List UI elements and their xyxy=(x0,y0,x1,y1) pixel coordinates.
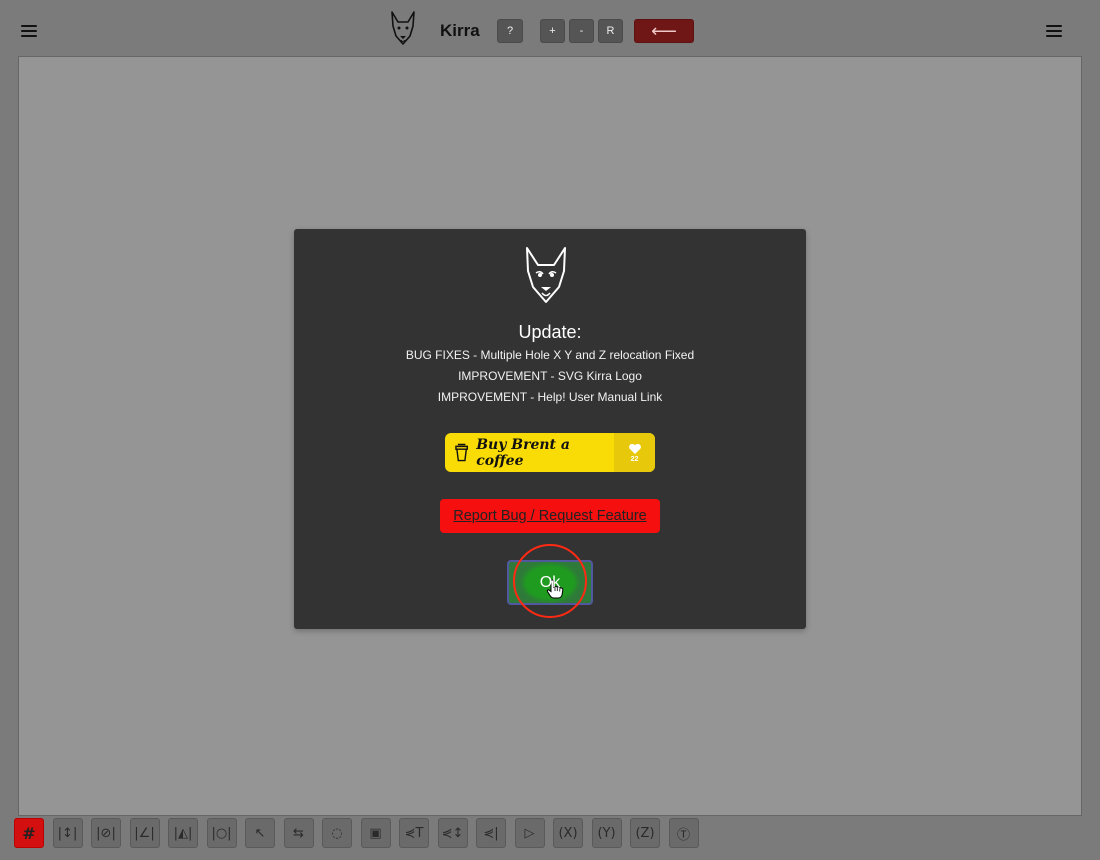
bottom-toolbar: # |↕| |⊘| |∠| |◭| |○| ↖ ⇆ ◌ ▣ ⋞T ⋞↕ ⋞| ▷… xyxy=(14,818,699,848)
tool-button-7[interactable]: ↖ xyxy=(245,818,275,848)
tool-button-14[interactable]: ▷ xyxy=(514,818,545,848)
tool-button-17[interactable]: (Z) xyxy=(630,818,660,848)
kirra-dog-logo-icon xyxy=(391,11,415,45)
report-bug-button[interactable]: Report Bug / Request Feature xyxy=(440,499,660,533)
grid-tool-button[interactable]: # xyxy=(14,818,44,848)
dialog-title: Update: xyxy=(518,322,582,342)
zoom-in-button[interactable]: + xyxy=(540,19,565,43)
reset-view-button[interactable]: R xyxy=(598,19,623,43)
tool-button-16[interactable]: (Y) xyxy=(591,818,622,848)
back-button[interactable]: ⟵ xyxy=(634,19,694,43)
tool-button-5[interactable]: |◭| xyxy=(168,818,198,848)
update-note: BUG FIXES - Multiple Hole X Y and Z relo… xyxy=(405,348,695,362)
tool-button-8[interactable]: ⇆ xyxy=(283,818,314,848)
tool-button-13[interactable]: ⋞| xyxy=(476,818,506,848)
tool-button-6[interactable]: |○| xyxy=(206,818,237,848)
ok-label: Ok xyxy=(539,573,561,591)
app-title: Kirra xyxy=(440,21,480,40)
tool-button-9[interactable]: ◌ xyxy=(322,818,352,848)
zoom-out-button[interactable]: - xyxy=(569,19,594,43)
tool-button-15[interactable]: (X) xyxy=(553,818,583,848)
update-dialog: Update: BUG FIXES - Multiple Hole X Y an… xyxy=(294,229,806,629)
tool-button-2[interactable]: |↕| xyxy=(52,818,83,848)
tool-button-4[interactable]: |∠| xyxy=(129,818,160,848)
kirra-dog-logo-icon xyxy=(526,247,566,303)
coffee-label: Buy Brent a coffee xyxy=(476,436,570,469)
update-note: IMPROVEMENT - SVG Kirra Logo xyxy=(458,369,642,383)
left-menu-icon[interactable] xyxy=(21,22,39,40)
heart-icon xyxy=(628,443,641,454)
update-note: IMPROVEMENT - Help! User Manual Link xyxy=(437,390,663,404)
tool-button-10[interactable]: ▣ xyxy=(360,818,391,848)
tool-button-11[interactable]: ⋞T xyxy=(399,818,429,848)
help-button[interactable]: ? xyxy=(497,19,523,43)
buy-coffee-button[interactable]: Buy Brent a coffee 22 xyxy=(445,433,655,472)
tool-button-3[interactable]: |⊘| xyxy=(91,818,121,848)
supporter-count: 22 xyxy=(614,433,655,472)
tool-button-18[interactable]: Ⓣ xyxy=(668,818,699,848)
coffee-cup-icon xyxy=(455,443,468,461)
tool-button-12[interactable]: ⋞↕ xyxy=(437,818,468,848)
supporter-count-value: 22 xyxy=(630,455,639,463)
ok-button[interactable]: Ok xyxy=(507,560,593,605)
app-window: Kirra ? + - R ⟵ # |↕| |⊘| |∠| |◭| |○| ↖ … xyxy=(0,0,1100,860)
right-menu-icon[interactable] xyxy=(1046,22,1064,40)
